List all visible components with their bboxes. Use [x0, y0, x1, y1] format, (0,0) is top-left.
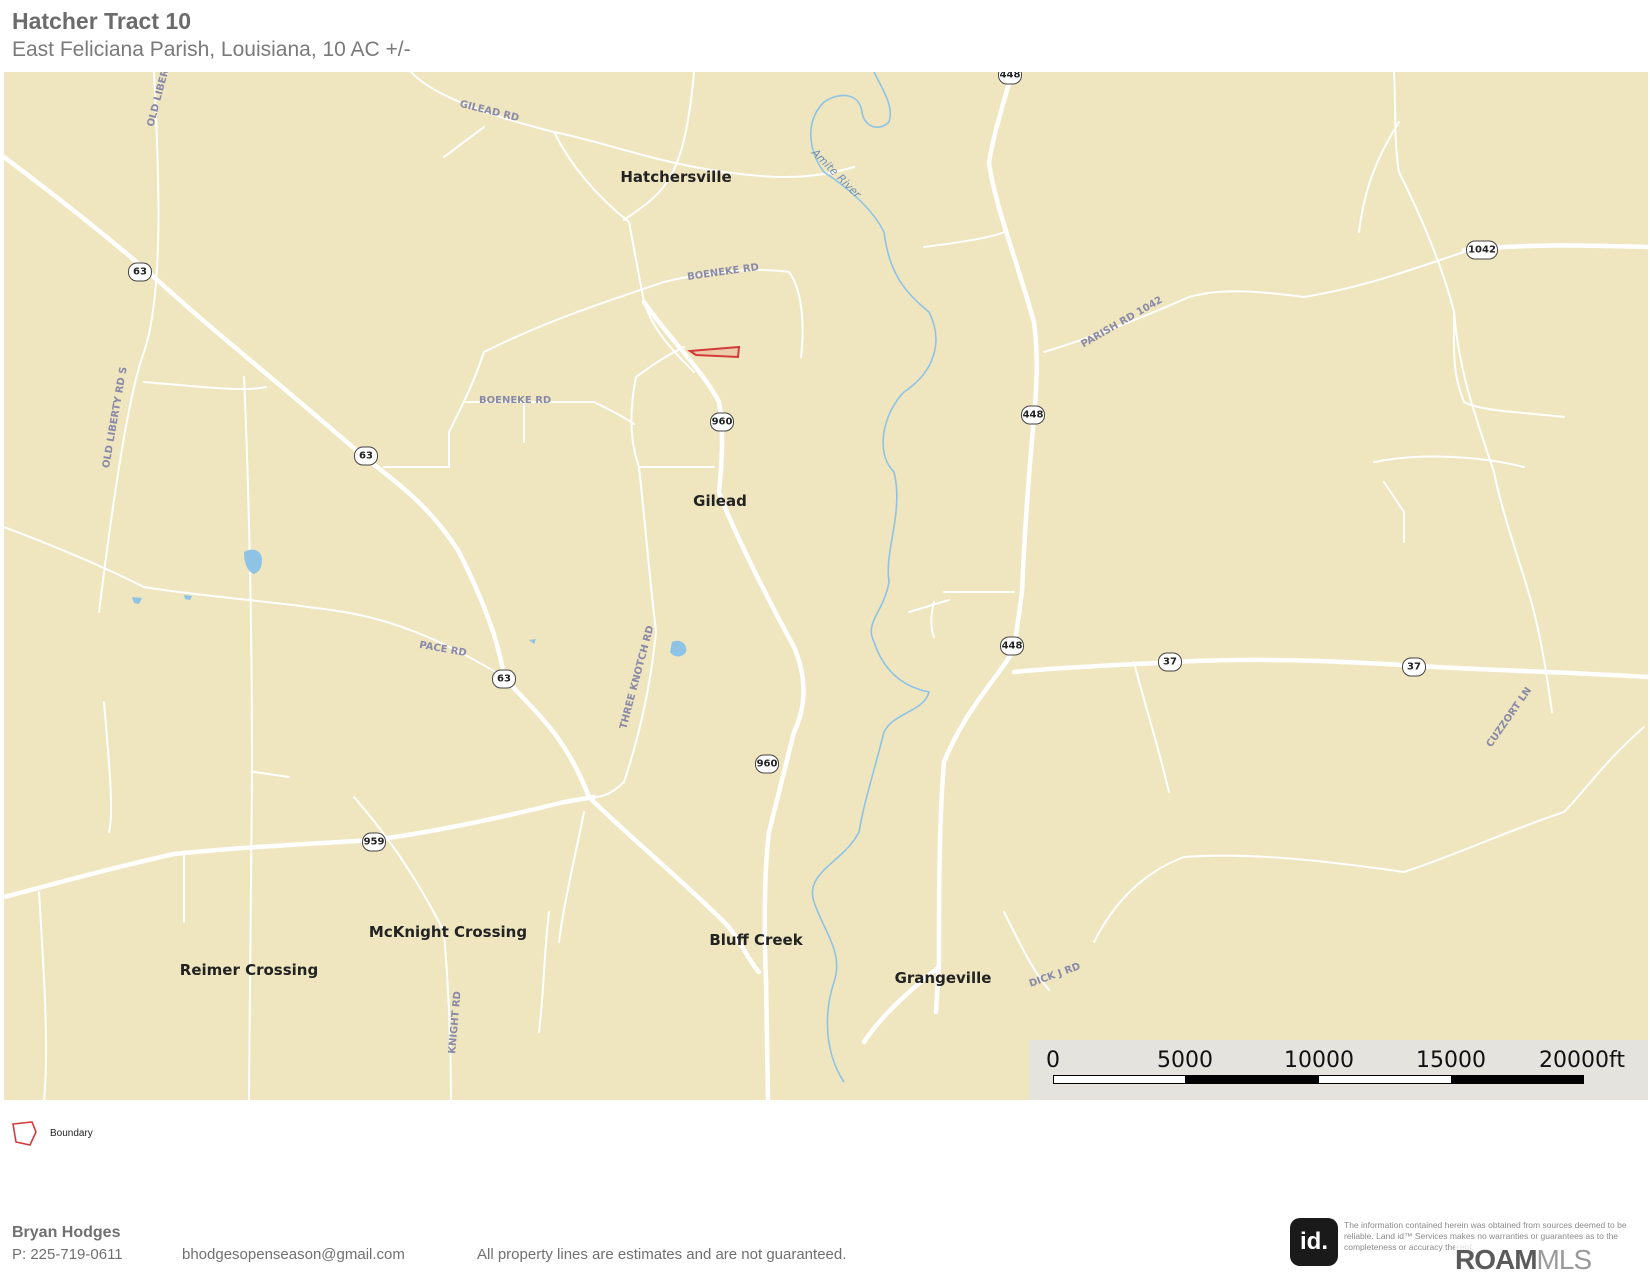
- agent-name: Bryan Hodges: [12, 1224, 121, 1241]
- road-grid-b: [930, 601, 935, 638]
- road-east-spur-d: [1383, 481, 1405, 543]
- shield-la-37-west: 37: [1158, 652, 1182, 672]
- land-id-logo: id.: [1290, 1218, 1338, 1266]
- road-parish-1042: [1043, 243, 1648, 353]
- property-lines-disclaimer: All property lines are estimates and are…: [477, 1246, 847, 1263]
- place-bluff-creek: Bluff Creek: [709, 931, 803, 949]
- road-boeneke-west: [383, 351, 485, 468]
- shield-la-63-northwest: 63: [128, 262, 152, 282]
- road-la-37: [1011, 657, 1648, 680]
- pond-d: [529, 639, 536, 644]
- road-spur-f: [538, 911, 550, 1033]
- road-la-448: [933, 72, 1039, 1015]
- amite-river: [810, 72, 937, 1083]
- pond-a: [244, 549, 262, 574]
- road-east-spur-a: [1358, 121, 1400, 233]
- road-river-link: [923, 231, 1005, 248]
- road-spur-e: [253, 771, 290, 778]
- road-pace-rd: [4, 526, 505, 678]
- legend-boundary-label: Boundary: [50, 1128, 93, 1139]
- shield-la-960-north: 960: [710, 412, 734, 432]
- map-base-layer: [4, 72, 1648, 1100]
- map-canvas[interactable]: Hatchersville Gilead McKnight Crossing B…: [4, 72, 1648, 1100]
- page-title: Hatcher Tract 10: [12, 8, 191, 34]
- ponds: [132, 549, 687, 657]
- scale-segment-4: [1451, 1075, 1584, 1084]
- mls-text: MLS: [1536, 1244, 1593, 1275]
- road-grid-c: [908, 599, 950, 613]
- road-label-boeneke-rd-south: BOENEKE RD: [479, 395, 552, 406]
- agent-email[interactable]: bhodgesopenseason@gmail.com: [182, 1246, 405, 1263]
- shield-la-448-north: 448: [998, 72, 1022, 85]
- scale-segment-2: [1185, 1075, 1319, 1084]
- road-spur-c: [558, 811, 585, 943]
- road-east-spur-c: [1373, 455, 1525, 468]
- shield-la-448-south: 448: [1000, 636, 1024, 656]
- road-cuzzort-ln: [1403, 726, 1645, 873]
- road-spur-b: [38, 891, 48, 1100]
- road-three-knotch: [623, 346, 685, 783]
- roam-text: ROAM: [1455, 1244, 1538, 1275]
- road-old-liberty: [98, 72, 160, 613]
- minor-roads: [4, 72, 1648, 1100]
- agent-phone: P: 225-719-0611: [12, 1246, 123, 1263]
- scale-tick-0: 0: [1046, 1048, 1060, 1073]
- property-boundary[interactable]: [687, 345, 741, 359]
- scale-tick-20000ft: 20000ft: [1539, 1048, 1625, 1073]
- road-la-959: [4, 794, 597, 900]
- road-west-link: [143, 381, 267, 391]
- place-reimer-crossing: Reimer Crossing: [179, 961, 319, 979]
- scale-segment-1: [1053, 1075, 1186, 1084]
- boundary-polygon-icon: [12, 1121, 37, 1146]
- road-three-knotch-end: [593, 781, 625, 798]
- scale-tick-10000: 10000: [1284, 1048, 1354, 1073]
- place-hatchersville: Hatchersville: [620, 168, 732, 186]
- road-southeast-loop: [1093, 854, 1405, 943]
- shield-la-1042: 1042: [1466, 240, 1498, 260]
- place-mcknight-crossing: McKnight Crossing: [368, 923, 528, 941]
- pond-b: [132, 597, 142, 604]
- scale-bar: 0 5000 10000 15000 20000ft: [1029, 1040, 1648, 1100]
- road-gilead-spur: [443, 126, 485, 158]
- amite-river-path: [810, 72, 937, 1083]
- road-boeneke-north: [483, 269, 804, 358]
- shield-la-63-south: 63: [492, 669, 516, 689]
- roam-mls-logo: ROAMMLS: [1455, 1244, 1593, 1276]
- shield-la-959: 959: [362, 832, 386, 852]
- place-grangeville: Grangeville: [894, 969, 992, 987]
- road-spur-d: [103, 701, 113, 833]
- road-gilead-rd: [410, 72, 855, 178]
- place-gilead: Gilead: [693, 492, 747, 510]
- page-subtitle: East Feliciana Parish, Louisiana, 10 AC …: [12, 38, 411, 61]
- shield-la-37-east: 37: [1402, 657, 1426, 677]
- road-east-north-south: [1393, 72, 1553, 713]
- shield-la-448-central: 448: [1021, 405, 1045, 425]
- scale-tick-15000: 15000: [1416, 1048, 1486, 1073]
- pond-c: [184, 595, 192, 600]
- road-east-spur-e: [1133, 661, 1170, 793]
- scale-segment-3: [1318, 1075, 1452, 1084]
- pond-e: [670, 640, 687, 657]
- road-north-south-west: [243, 376, 254, 1100]
- scale-tick-5000: 5000: [1157, 1048, 1213, 1073]
- shield-la-63-central: 63: [354, 446, 378, 466]
- shield-la-960-south: 960: [755, 754, 779, 774]
- road-hatchersville-east: [623, 72, 695, 221]
